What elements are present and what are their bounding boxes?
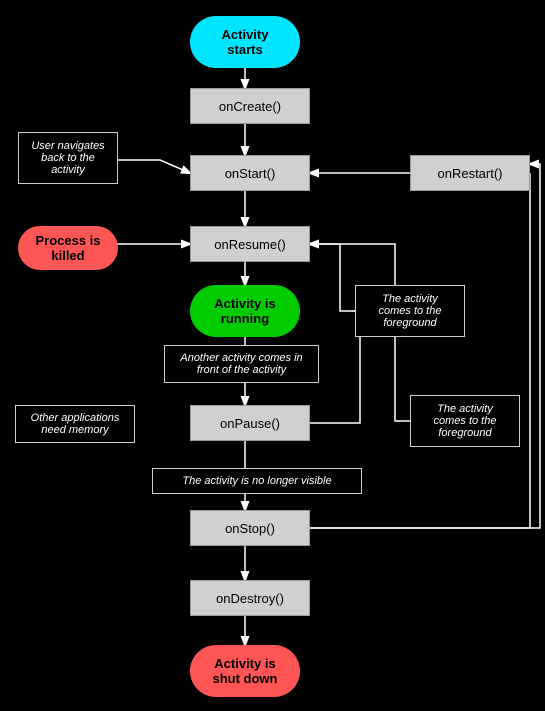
foreground1-text: The activity comes to the foreground [379, 293, 442, 329]
process-killed-label: Process is killed [35, 233, 100, 263]
activity-shutdown-label: Activity is shut down [213, 656, 278, 686]
foreground2-label: The activity comes to the foreground [410, 395, 520, 447]
user-navigates-text: User navigates back to the activity [31, 140, 104, 176]
onstart-label: onStart() [225, 166, 276, 181]
onresume-label: onResume() [214, 237, 286, 252]
foreground1-label: The activity comes to the foreground [355, 285, 465, 337]
activity-starts-node: Activity starts [190, 16, 300, 68]
no-longer-visible-text: The activity is no longer visible [182, 475, 331, 487]
another-activity-label: Another activity comes in front of the a… [164, 345, 319, 383]
onstart-node: onStart() [190, 155, 310, 191]
process-killed-node: Process is killed [18, 226, 118, 270]
ondestroy-node: onDestroy() [190, 580, 310, 616]
ondestroy-label: onDestroy() [216, 591, 284, 606]
user-navigates-label: User navigates back to the activity [18, 132, 118, 184]
other-apps-label: Other applications need memory [15, 405, 135, 443]
activity-running-node: Activity is running [190, 285, 300, 337]
onstop-label: onStop() [225, 521, 275, 536]
oncreate-node: onCreate() [190, 88, 310, 124]
onrestart-node: onRestart() [410, 155, 530, 191]
foreground2-text: The activity comes to the foreground [434, 403, 497, 439]
activity-starts-label: Activity starts [222, 27, 269, 57]
another-activity-text: Another activity comes in front of the a… [171, 352, 312, 376]
other-apps-text: Other applications need memory [22, 412, 128, 436]
onpause-node: onPause() [190, 405, 310, 441]
oncreate-label: onCreate() [219, 99, 281, 114]
onstop-node: onStop() [190, 510, 310, 546]
activity-running-label: Activity is running [214, 296, 275, 326]
onresume-node: onResume() [190, 226, 310, 262]
activity-shutdown-node: Activity is shut down [190, 645, 300, 697]
no-longer-visible-label: The activity is no longer visible [152, 468, 362, 494]
onrestart-label: onRestart() [437, 166, 502, 181]
onpause-label: onPause() [220, 416, 280, 431]
